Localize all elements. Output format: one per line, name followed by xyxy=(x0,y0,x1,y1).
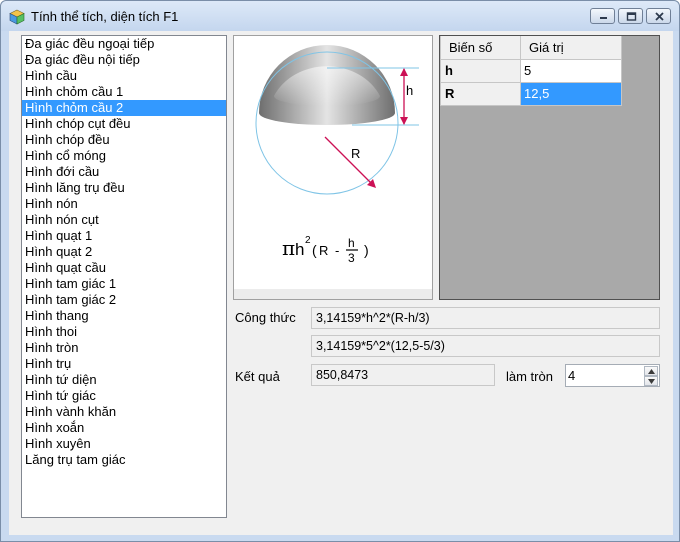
variable-row-R[interactable]: R 12,5 xyxy=(440,82,622,106)
round-up-button[interactable] xyxy=(644,366,658,376)
shape-list-item[interactable]: Hình nón cụt xyxy=(22,212,226,228)
shape-list-item[interactable]: Hình tứ giác xyxy=(22,388,226,404)
variable-row-h[interactable]: h 5 xyxy=(440,59,622,83)
column-header-value[interactable]: Giá trị xyxy=(520,36,622,60)
shape-list-item[interactable]: Hình xuyên xyxy=(22,436,226,452)
shape-list-item[interactable]: Lăng trụ tam giác xyxy=(22,452,226,468)
close-icon xyxy=(655,12,664,21)
formula-open-paren: ( xyxy=(312,242,317,258)
shape-list-item[interactable]: Hình chóp cụt đều xyxy=(22,116,226,132)
shape-list-item[interactable]: Hình tròn xyxy=(22,340,226,356)
formula-minus: - xyxy=(335,243,339,258)
variables-grid[interactable]: Biến số Giá trị h 5 R 12,5 xyxy=(439,35,660,300)
shape-list-item[interactable]: Hình vành khăn xyxy=(22,404,226,420)
result-label: Kết quả xyxy=(235,369,280,384)
chevron-down-icon xyxy=(648,379,655,384)
shape-list[interactable]: Đa giác đều ngoại tiếp Đa giác đều nội ti… xyxy=(21,35,227,518)
shape-list-item[interactable]: Hình cầu xyxy=(22,68,226,84)
shape-list-item[interactable]: Hình tam giác 1 xyxy=(22,276,226,292)
formula-label: Công thức xyxy=(235,310,296,325)
cube-app-icon xyxy=(9,9,25,25)
formula-exponent: 2 xyxy=(305,235,311,246)
main-window: Tính thể tích, diện tích F1 Đa giác đều … xyxy=(0,0,680,542)
chevron-up-icon xyxy=(648,369,655,374)
result-field[interactable]: 850,8473 xyxy=(311,364,495,386)
shape-list-item[interactable]: Hình tứ diện xyxy=(22,372,226,388)
formula-denominator: 3 xyxy=(348,251,355,265)
formula-R: R xyxy=(319,243,328,258)
volume-formula: π h 2 ( R - h 3 ) xyxy=(282,235,369,265)
minimize-button[interactable] xyxy=(590,8,615,24)
title-bar[interactable]: Tính thể tích, diện tích F1 xyxy=(1,1,679,31)
radius-arrow xyxy=(324,136,375,187)
formula-numerator: h xyxy=(348,236,355,250)
minimize-icon xyxy=(600,17,607,19)
formula-pi: π xyxy=(282,236,295,260)
shape-list-item[interactable]: Hình quạt 2 xyxy=(22,244,226,260)
shape-list-item[interactable]: Hình thoi xyxy=(22,324,226,340)
round-label: làm tròn xyxy=(506,369,553,384)
shape-list-item[interactable]: Hình quạt cầu xyxy=(22,260,226,276)
shape-list-item[interactable]: Hình tam giác 2 xyxy=(22,292,226,308)
shape-list-item[interactable]: Hình xoắn xyxy=(22,420,226,436)
maximize-icon xyxy=(626,12,637,21)
shape-list-item[interactable]: Hình thang xyxy=(22,308,226,324)
variable-value-R[interactable]: 12,5 xyxy=(520,82,622,106)
shape-list-item[interactable]: Hình quạt 1 xyxy=(22,228,226,244)
client-area: Đa giác đều ngoại tiếp Đa giác đều nội ti… xyxy=(9,31,673,535)
formula-close-paren: ) xyxy=(364,242,369,258)
formula-h: h xyxy=(295,240,304,259)
radius-label: R xyxy=(351,146,360,161)
shape-list-item[interactable]: Hình cổ móng xyxy=(22,148,226,164)
shape-list-item[interactable]: Hình trụ xyxy=(22,356,226,372)
shape-list-item[interactable]: Đa giác đều nội tiếp xyxy=(22,52,226,68)
figure-panel: h R π h 2 ( R - h 3 ) xyxy=(233,35,433,300)
variable-value-h[interactable]: 5 xyxy=(520,59,622,83)
height-arrow-down-head xyxy=(400,117,408,125)
figure-status-strip xyxy=(234,289,432,299)
shape-list-item[interactable]: Hình chóp đều xyxy=(22,132,226,148)
round-input[interactable] xyxy=(568,367,640,384)
shape-list-item[interactable]: Hình lăng trụ đều xyxy=(22,180,226,196)
spherical-cap-diagram: h R π h 2 ( R - h 3 ) xyxy=(255,45,419,265)
column-header-variable[interactable]: Biến số xyxy=(440,36,521,60)
variable-name-h[interactable]: h xyxy=(440,59,521,83)
close-button[interactable] xyxy=(646,8,671,24)
shape-list-item[interactable]: Đa giác đều ngoại tiếp xyxy=(22,36,226,52)
maximize-button[interactable] xyxy=(618,8,643,24)
variable-name-R[interactable]: R xyxy=(440,82,521,106)
shape-list-item[interactable]: Hình nón xyxy=(22,196,226,212)
substituted-formula-field[interactable]: 3,14159*5^2*(12,5-5/3) xyxy=(311,335,660,357)
variables-header-row: Biến số Giá trị xyxy=(440,36,622,60)
round-down-button[interactable] xyxy=(644,376,658,386)
shape-list-item[interactable]: Hình đới cầu xyxy=(22,164,226,180)
height-arrow-up-head xyxy=(400,68,408,76)
height-label: h xyxy=(406,83,413,98)
round-stepper[interactable] xyxy=(565,364,660,387)
window-title: Tính thể tích, diện tích F1 xyxy=(31,9,179,24)
formula-field[interactable]: 3,14159*h^2*(R-h/3) xyxy=(311,307,660,329)
shape-list-item[interactable]: Hình chỏm cầu 2 xyxy=(22,100,226,116)
shape-list-item[interactable]: Hình chỏm cầu 1 xyxy=(22,84,226,100)
